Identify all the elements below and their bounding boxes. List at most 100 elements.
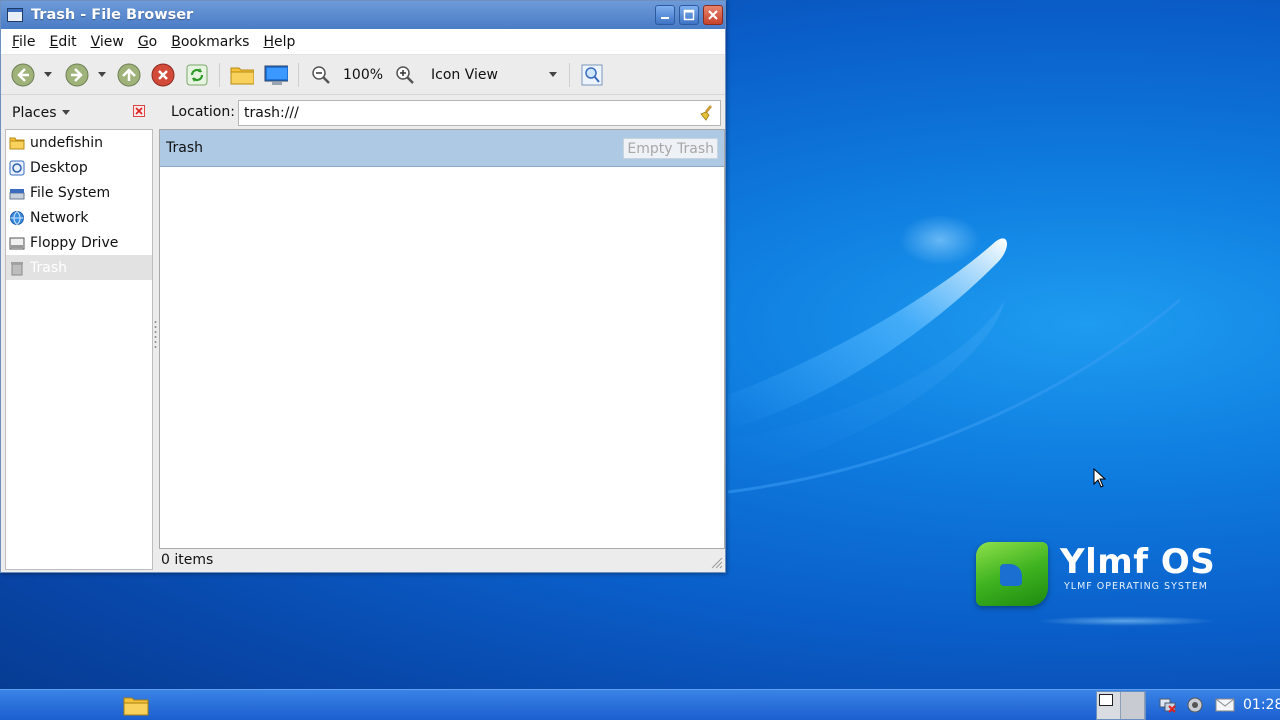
zoom-in-icon [396, 65, 414, 84]
window-title: Trash - File Browser [31, 7, 194, 23]
file-view-area[interactable]: Trash Empty Trash [159, 129, 725, 549]
view-mode-select[interactable]: Icon View [427, 66, 558, 83]
reload-icon [186, 64, 208, 85]
sidebar-item-label: Desktop [30, 159, 88, 176]
forward-button[interactable] [65, 63, 89, 87]
search-button[interactable] [580, 63, 604, 87]
location-value: trash:/// [244, 105, 299, 121]
places-label: Places [12, 105, 57, 121]
maximize-button[interactable] [679, 5, 699, 25]
workspace-2[interactable] [1121, 692, 1145, 719]
brand-name: Ylmf OS [1060, 542, 1216, 582]
back-button[interactable] [11, 63, 35, 87]
drive-icon [9, 188, 25, 199]
brand-glow [1036, 616, 1216, 626]
sidebar-item-trash[interactable]: Trash [6, 255, 152, 280]
home-folder-icon [9, 137, 25, 149]
sidebar-item-network[interactable]: Network [6, 205, 152, 230]
menubar: File Edit View Go Bookmarks Help [1, 29, 725, 55]
sidebar-item-label: Network [30, 209, 89, 226]
status-bar: 0 items [159, 549, 725, 570]
computer-button[interactable] [264, 63, 288, 87]
toolbar-separator [298, 62, 299, 87]
ylmf-brand: Ylmf OS YLMF OPERATING SYSTEM [976, 540, 1236, 640]
sidebar-item-label: Floppy Drive [30, 234, 119, 251]
search-icon [581, 64, 603, 85]
menu-help[interactable]: Help [256, 34, 302, 50]
zoom-out-icon [312, 65, 330, 84]
toolbar-separator [219, 62, 220, 87]
network-disconnected-icon[interactable] [1159, 696, 1177, 714]
forward-arrow-icon [65, 63, 89, 86]
close-button[interactable] [703, 5, 723, 25]
computer-icon [264, 65, 288, 85]
trash-info-bar: Trash Empty Trash [160, 130, 724, 167]
close-sidebar-icon[interactable] [133, 105, 145, 117]
trash-bar-label: Trash [166, 140, 203, 156]
minimize-icon [661, 17, 669, 19]
zoom-level: 100% [343, 66, 384, 83]
places-selector[interactable]: Places [1, 105, 149, 121]
chevron-down-icon [44, 71, 52, 77]
toolbar-separator [569, 62, 571, 87]
desktop-icon [9, 160, 25, 175]
menu-bookmarks[interactable]: Bookmarks [164, 34, 256, 50]
menu-file[interactable]: File [5, 34, 42, 50]
window-titlebar[interactable]: Trash - File Browser [1, 1, 725, 29]
sidebar-item-label: File System [30, 184, 111, 201]
empty-trash-button[interactable]: Empty Trash [623, 138, 718, 159]
zoom-in-button[interactable] [393, 63, 417, 87]
up-button[interactable] [117, 63, 141, 87]
taskbar: 01:28 [0, 689, 1280, 720]
location-input[interactable]: trash:/// [238, 100, 721, 126]
sidebar-item-floppy[interactable]: Floppy Drive [6, 230, 152, 255]
network-icon [10, 210, 24, 225]
close-icon [708, 10, 718, 20]
volume-icon[interactable] [1186, 696, 1204, 714]
ylmf-logo-icon [976, 542, 1048, 606]
item-count: 0 items [161, 551, 214, 568]
pane-splitter-handle[interactable] [153, 319, 158, 349]
stop-button[interactable] [151, 63, 175, 87]
mouse-cursor-icon [1093, 468, 1107, 488]
up-arrow-icon [117, 63, 141, 86]
trash-icon [11, 261, 23, 275]
sidebar-item-desktop[interactable]: Desktop [6, 155, 152, 180]
zoom-out-button[interactable] [309, 63, 333, 87]
toolbar: 100% Icon View [1, 55, 725, 95]
workspace-switcher[interactable] [1096, 691, 1146, 720]
reload-button[interactable] [185, 63, 209, 87]
location-label: Location: [171, 104, 235, 120]
location-bar: Places Location: trash:/// [1, 97, 725, 129]
menu-edit[interactable]: Edit [42, 34, 83, 50]
back-history-dropdown[interactable] [43, 71, 53, 78]
clock[interactable]: 01:28 [1243, 697, 1280, 713]
mail-icon[interactable] [1215, 696, 1235, 714]
maximize-icon [683, 9, 695, 21]
chevron-down-icon [61, 110, 70, 115]
file-browser-window: Trash - File Browser File Edit View Go B… [0, 0, 726, 573]
home-button[interactable] [230, 63, 254, 87]
clear-location-icon[interactable] [698, 104, 716, 122]
floppy-icon [9, 237, 25, 249]
sidebar-item-home[interactable]: undefishin [6, 130, 152, 155]
forward-history-dropdown[interactable] [97, 71, 107, 78]
minimize-button[interactable] [655, 5, 675, 25]
places-sidebar: undefishin Desktop File System Network F… [5, 129, 153, 570]
menu-go[interactable]: Go [131, 34, 164, 50]
sidebar-item-label: Trash [30, 259, 67, 276]
chevron-down-icon [98, 71, 106, 77]
brand-subtitle: YLMF OPERATING SYSTEM [1064, 581, 1208, 592]
view-mode-value: Icon View [431, 66, 498, 83]
file-manager-launcher-icon[interactable] [123, 695, 149, 717]
resize-grip-icon[interactable] [707, 553, 723, 569]
sidebar-item-file-system[interactable]: File System [6, 180, 152, 205]
workspace-1[interactable] [1097, 692, 1121, 719]
chevron-down-icon [549, 71, 558, 77]
app-window-icon [7, 8, 23, 22]
back-arrow-icon [11, 63, 35, 86]
sidebar-item-label: undefishin [30, 134, 103, 151]
home-folder-icon [230, 67, 254, 84]
stop-icon [151, 63, 175, 86]
menu-view[interactable]: View [84, 34, 131, 50]
